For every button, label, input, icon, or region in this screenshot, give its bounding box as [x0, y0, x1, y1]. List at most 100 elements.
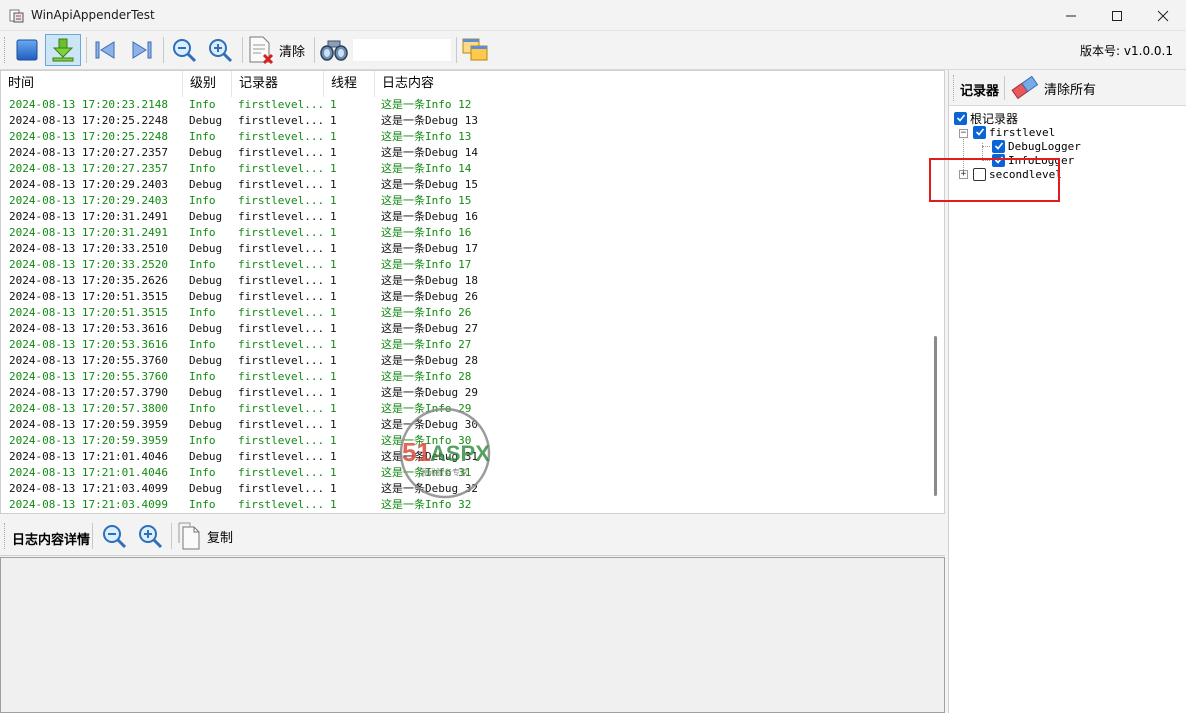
- cell-logger: firstlevel...: [238, 322, 325, 335]
- column-header-level[interactable]: 级别: [183, 71, 232, 97]
- toolbar-grip[interactable]: [4, 37, 7, 63]
- cell-thread: 1: [330, 466, 337, 479]
- table-row[interactable]: 2024-08-13 17:20:33.2510 Debug firstlevel.…: [1, 241, 928, 257]
- detail-zoom-out-button[interactable]: [98, 520, 130, 552]
- cell-logger: firstlevel...: [238, 306, 325, 319]
- cell-time: 2024-08-13 17:20:55.3760: [9, 370, 168, 383]
- table-row[interactable]: 2024-08-13 17:20:29.2403 Debug firstlevel.…: [1, 177, 928, 193]
- table-row[interactable]: 2024-08-13 17:20:59.3959 Debug firstlevel.…: [1, 417, 928, 433]
- copy-button[interactable]: 复制: [177, 520, 239, 552]
- copy-window-button[interactable]: [459, 34, 491, 66]
- cell-logger: firstlevel...: [238, 290, 325, 303]
- table-row[interactable]: 2024-08-13 17:20:27.2357 Debug firstlevel.…: [1, 145, 928, 161]
- table-row[interactable]: 2024-08-13 17:21:01.4046 Debug firstlevel.…: [1, 449, 928, 465]
- table-row[interactable]: 2024-08-13 17:20:57.3790 Debug firstlevel.…: [1, 385, 928, 401]
- stop-button[interactable]: [12, 34, 42, 66]
- detail-zoom-in-button[interactable]: [134, 520, 166, 552]
- detail-content-area[interactable]: [0, 557, 945, 713]
- toolbar-grip[interactable]: [953, 75, 956, 101]
- table-row[interactable]: 2024-08-13 17:20:31.2491 Debug firstlevel.…: [1, 209, 928, 225]
- find-button[interactable]: [318, 34, 350, 66]
- cell-level: Info: [189, 370, 216, 383]
- cell-thread: 1: [330, 146, 337, 159]
- cell-message: 这是一条Debug 18: [381, 274, 478, 287]
- grid-vertical-scrollbar[interactable]: [928, 71, 944, 513]
- table-row[interactable]: 2024-08-13 17:20:33.2520 Info firstlevel..…: [1, 257, 928, 273]
- debuglogger-checkbox[interactable]: [992, 139, 1005, 153]
- first-button[interactable]: [91, 34, 119, 66]
- column-header-time[interactable]: 时间: [1, 71, 183, 97]
- cell-time: 2024-08-13 17:20:55.3760: [9, 354, 168, 367]
- tree-node-debuglogger[interactable]: DebugLogger: [992, 139, 1081, 153]
- tree-node-root[interactable]: 根记录器: [954, 111, 1018, 126]
- minimize-button[interactable]: [1048, 0, 1094, 31]
- grid-header: 时间 级别 记录器 线程 日志内容: [1, 71, 928, 97]
- column-header-thread[interactable]: 线程: [324, 71, 375, 97]
- zoom-in-button[interactable]: [204, 34, 236, 66]
- cell-message: 这是一条Info 29: [381, 402, 472, 415]
- table-row[interactable]: 2024-08-13 17:20:53.3616 Debug firstlevel.…: [1, 321, 928, 337]
- table-row[interactable]: 2024-08-13 17:20:51.3515 Info firstlevel..…: [1, 305, 928, 321]
- cell-thread: 1: [330, 322, 337, 335]
- clear-button[interactable]: 清除: [247, 34, 309, 66]
- table-row[interactable]: 2024-08-13 17:20:55.3760 Debug firstlevel.…: [1, 353, 928, 369]
- table-row[interactable]: 2024-08-13 17:20:25.2248 Info firstlevel..…: [1, 129, 928, 145]
- table-row[interactable]: 2024-08-13 17:21:01.4046 Info firstlevel..…: [1, 465, 928, 481]
- close-button[interactable]: [1140, 0, 1186, 31]
- table-row[interactable]: 2024-08-13 17:20:53.3616 Info firstlevel..…: [1, 337, 928, 353]
- cell-level: Debug: [189, 146, 223, 159]
- column-header-message[interactable]: 日志内容: [375, 71, 928, 97]
- firstlevel-checkbox[interactable]: [973, 125, 986, 139]
- cell-logger: firstlevel...: [238, 194, 325, 207]
- maximize-icon: [1112, 10, 1122, 21]
- table-row[interactable]: 2024-08-13 17:20:29.2403 Info firstlevel..…: [1, 193, 928, 209]
- scrollbar-thumb[interactable]: [934, 336, 937, 496]
- toolbar-separator: [86, 37, 87, 63]
- cell-logger: firstlevel...: [238, 370, 325, 383]
- cell-thread: 1: [330, 306, 337, 319]
- detail-title: 日志内容详情: [12, 533, 91, 548]
- find-input[interactable]: [352, 38, 452, 62]
- table-row[interactable]: 2024-08-13 17:20:51.3515 Debug firstlevel.…: [1, 289, 928, 305]
- table-row[interactable]: 2024-08-13 17:20:31.2491 Info firstlevel..…: [1, 225, 928, 241]
- version-label: 版本号: v1.0.0.1: [1080, 44, 1173, 58]
- maximize-button[interactable]: [1094, 0, 1140, 31]
- table-row[interactable]: 2024-08-13 17:20:25.2248 Debug firstlevel.…: [1, 113, 928, 129]
- cell-time: 2024-08-13 17:20:27.2357: [9, 162, 168, 175]
- last-button[interactable]: [128, 34, 156, 66]
- cell-thread: 1: [330, 98, 337, 111]
- table-row[interactable]: 2024-08-13 17:20:55.3760 Info firstlevel..…: [1, 369, 928, 385]
- table-row[interactable]: 2024-08-13 17:20:27.2357 Info firstlevel..…: [1, 161, 928, 177]
- cell-time: 2024-08-13 17:20:35.2626: [9, 274, 168, 287]
- table-row[interactable]: 2024-08-13 17:21:03.4099 Debug firstlevel.…: [1, 481, 928, 497]
- eraser-icon: [1011, 75, 1039, 100]
- cell-thread: 1: [330, 386, 337, 399]
- cell-message: 这是一条Info 13: [381, 130, 472, 143]
- cell-thread: 1: [330, 226, 337, 239]
- cell-thread: 1: [330, 130, 337, 143]
- table-row[interactable]: 2024-08-13 17:21:03.4099 Info firstlevel..…: [1, 497, 928, 513]
- copy-label: 复制: [207, 530, 234, 546]
- cell-thread: 1: [330, 370, 337, 383]
- clear-all-button[interactable]: 清除所有: [1009, 74, 1096, 102]
- zoom-out-button[interactable]: [168, 34, 200, 66]
- cell-logger: firstlevel...: [238, 146, 325, 159]
- cell-message: 这是一条Debug 27: [381, 322, 478, 335]
- cell-logger: firstlevel...: [238, 178, 325, 191]
- table-row[interactable]: 2024-08-13 17:20:23.2148 Info firstlevel..…: [1, 97, 928, 113]
- column-header-logger[interactable]: 记录器: [232, 71, 324, 97]
- cell-logger: firstlevel...: [238, 434, 325, 447]
- table-row[interactable]: 2024-08-13 17:20:35.2626 Debug firstlevel.…: [1, 273, 928, 289]
- cell-level: Info: [189, 402, 216, 415]
- root-checkbox[interactable]: [954, 111, 967, 125]
- table-row[interactable]: 2024-08-13 17:20:59.3959 Info firstlevel..…: [1, 433, 928, 449]
- toolbar-grip[interactable]: [4, 523, 7, 549]
- log-grid[interactable]: 时间 级别 记录器 线程 日志内容 2024-08-13 17:20:23.21…: [0, 70, 945, 514]
- tree-node-firstlevel[interactable]: firstlevel: [973, 125, 1055, 139]
- collapse-firstlevel-icon[interactable]: −: [959, 129, 968, 138]
- zoom-out-icon: [173, 39, 197, 63]
- cell-time: 2024-08-13 17:21:03.4099: [9, 498, 168, 511]
- table-row[interactable]: 2024-08-13 17:20:57.3800 Info firstlevel..…: [1, 401, 928, 417]
- auto-scroll-button[interactable]: [45, 34, 81, 66]
- cell-thread: 1: [330, 114, 337, 127]
